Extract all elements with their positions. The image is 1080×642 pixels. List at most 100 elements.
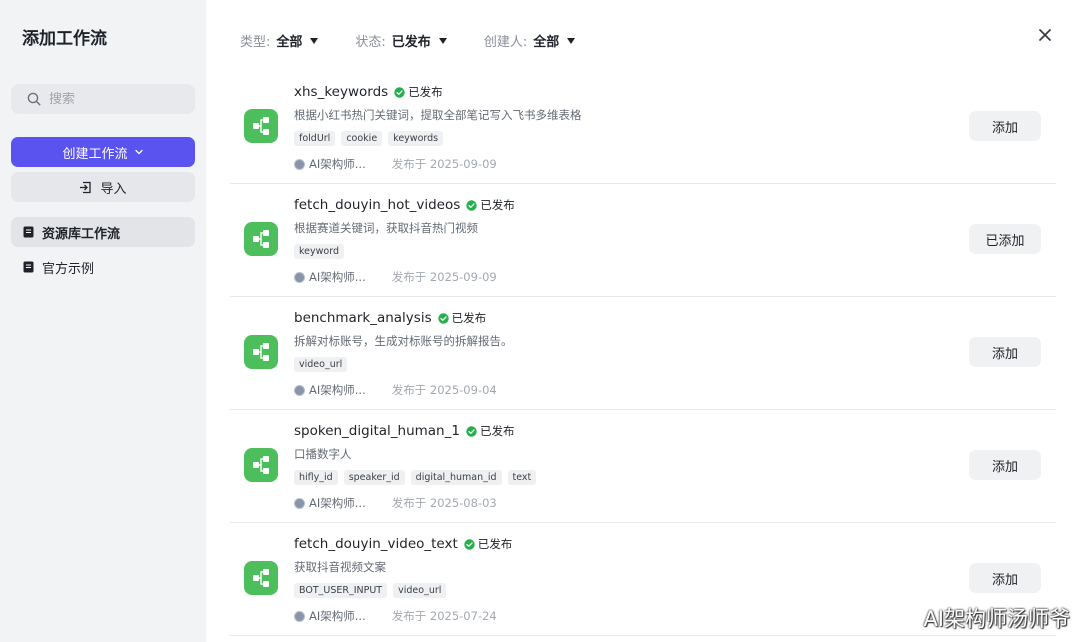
watermark: AI架构师汤师爷 (923, 607, 1070, 631)
workflow-icon (244, 109, 278, 143)
status-badge: 已发布 (394, 84, 443, 100)
close-icon (1039, 29, 1051, 41)
workflow-row[interactable]: benchmark_analysis 已发布 拆解对标账号，生成对标账号的拆解报… (230, 297, 1056, 410)
workflow-description: 根据小红书热门关键词，提取全部笔记写入飞书多维表格 (294, 108, 582, 122)
create-workflow-label: 创建工作流 (62, 146, 128, 162)
workflow-name-text: spoken_digital_human_1 (294, 423, 460, 439)
status-badge: 已发布 (466, 197, 515, 213)
workflow-name: fetch_douyin_hot_videos 已发布 (294, 197, 515, 213)
avatar (294, 610, 305, 622)
param-tag: speaker_id (343, 470, 405, 485)
workflow-name: benchmark_analysis 已发布 (294, 310, 486, 326)
workflow-list: xhs_keywords 已发布 根据小红书热门关键词，提取全部笔记写入飞书多维… (230, 71, 1056, 636)
publish-date: 发布于 2025-09-09 (391, 270, 497, 284)
author-name: AI架构师... (309, 157, 366, 171)
workflow-description: 拆解对标账号，生成对标账号的拆解报告。 (294, 334, 513, 348)
workflow-row[interactable]: fetch_douyin_hot_videos 已发布 根据赛道关键词，获取抖音… (230, 184, 1056, 297)
workflow-row[interactable]: spoken_digital_human_1 已发布 口播数字人 hifly_i… (230, 410, 1056, 523)
workflow-name: fetch_douyin_video_text 已发布 (294, 536, 512, 552)
status-text: 已发布 (451, 311, 487, 325)
caret-down-icon (310, 37, 319, 44)
check-circle-icon (466, 425, 477, 437)
workflow-name-text: fetch_douyin_hot_videos (294, 197, 461, 213)
add-workflow-button[interactable]: 添加 (969, 563, 1041, 593)
sidebar-item-official-examples[interactable]: 官方示例 (11, 252, 195, 282)
publish-date: 发布于 2025-08-03 (391, 496, 497, 510)
creator-filter[interactable]: 创建人: 全部 (483, 31, 576, 50)
workflow-description: 根据赛道关键词，获取抖音热门视频 (294, 221, 478, 235)
workflow-icon (244, 448, 278, 482)
author-name: AI架构师... (309, 383, 366, 397)
add-workflow-button[interactable]: 添加 (969, 111, 1041, 141)
import-button[interactable]: 导入 (11, 172, 195, 202)
workflow-description: 获取抖音视频文案 (294, 560, 386, 574)
import-label: 导入 (100, 181, 127, 197)
status-filter[interactable]: 状态: 已发布 (355, 31, 447, 50)
sidebar-item-label: 资源库工作流 (42, 226, 121, 242)
workflow-name-text: fetch_douyin_video_text (294, 536, 458, 552)
param-tag: foldUrl (294, 131, 336, 146)
param-tag: video_url (294, 357, 348, 372)
param-tag: keywords (388, 131, 444, 146)
sidebar-item-library-workflows[interactable]: 资源库工作流 (11, 217, 195, 247)
create-workflow-button[interactable]: 创建工作流 (11, 137, 195, 167)
publish-date: 发布于 2025-09-09 (391, 157, 497, 171)
status-badge: 已发布 (464, 536, 513, 552)
author-name: AI架构师... (309, 496, 366, 510)
check-circle-icon (466, 199, 477, 211)
status-text: 已发布 (477, 537, 513, 551)
workflow-icon (244, 222, 278, 256)
library-icon (23, 261, 34, 273)
add-workflow-button[interactable]: 已添加 (969, 224, 1041, 254)
workflow-name-text: xhs_keywords (294, 84, 389, 100)
add-workflow-button[interactable]: 添加 (969, 337, 1041, 367)
type-filter[interactable]: 类型: 全部 (240, 31, 319, 50)
library-icon (23, 226, 34, 238)
close-button[interactable] (1036, 26, 1054, 44)
status-text: 已发布 (408, 85, 443, 99)
param-tag: BOT_USER_INPUT (294, 583, 388, 598)
workflow-meta: AI架构师... 发布于 2025-08-03 (294, 495, 497, 511)
dialog-title: 添加工作流 (22, 29, 107, 49)
workflow-icon (244, 335, 278, 369)
avatar (294, 384, 305, 396)
search-input[interactable] (49, 91, 189, 107)
workflow-name-text: benchmark_analysis (294, 310, 432, 326)
param-tag: keyword (294, 244, 344, 259)
sidebar: 添加工作流 创建工作流 导入 资源库工作流 (0, 0, 206, 642)
caret-down-icon (567, 37, 576, 44)
param-tags: video_url (294, 357, 348, 372)
workflow-row[interactable]: xhs_keywords 已发布 根据小红书热门关键词，提取全部笔记写入飞书多维… (230, 71, 1056, 184)
workflow-meta: AI架构师... 发布于 2025-07-24 (294, 608, 497, 624)
param-tags: hifly_id speaker_id digital_human_id text (294, 470, 537, 485)
status-badge: 已发布 (437, 310, 487, 326)
workflow-name: spoken_digital_human_1 已发布 (294, 423, 514, 439)
workflow-description: 口播数字人 (294, 447, 352, 461)
workflow-meta: AI架构师... 发布于 2025-09-09 (294, 269, 497, 285)
avatar (294, 271, 305, 283)
check-circle-icon (464, 538, 475, 550)
avatar (294, 497, 305, 509)
status-text: 已发布 (479, 424, 515, 438)
workflow-meta: AI架构师... 发布于 2025-09-09 (294, 156, 497, 172)
param-tags: foldUrl cookie keywords (294, 131, 444, 146)
publish-date: 发布于 2025-07-24 (391, 609, 497, 623)
param-tag: video_url (393, 583, 447, 598)
param-tag: hifly_id (294, 470, 338, 485)
author-name: AI架构师... (309, 270, 366, 284)
param-tags: BOT_USER_INPUT video_url (294, 583, 447, 598)
search-icon (27, 92, 41, 106)
avatar (294, 158, 305, 170)
filter-bar: 类型: 全部 状态: 已发布 创建人: 全部 (240, 31, 576, 50)
workflow-name: xhs_keywords 已发布 (294, 84, 443, 100)
filter-label: 类型: (240, 35, 271, 50)
filter-label: 创建人: (483, 35, 528, 50)
add-workflow-button[interactable]: 添加 (969, 450, 1041, 480)
publish-date: 发布于 2025-09-04 (391, 383, 497, 397)
status-text: 已发布 (480, 198, 515, 212)
param-tag: text (507, 470, 537, 485)
workflow-icon (244, 561, 278, 595)
param-tag: digital_human_id (410, 470, 502, 485)
check-circle-icon (437, 312, 449, 324)
search-box[interactable] (11, 84, 195, 114)
